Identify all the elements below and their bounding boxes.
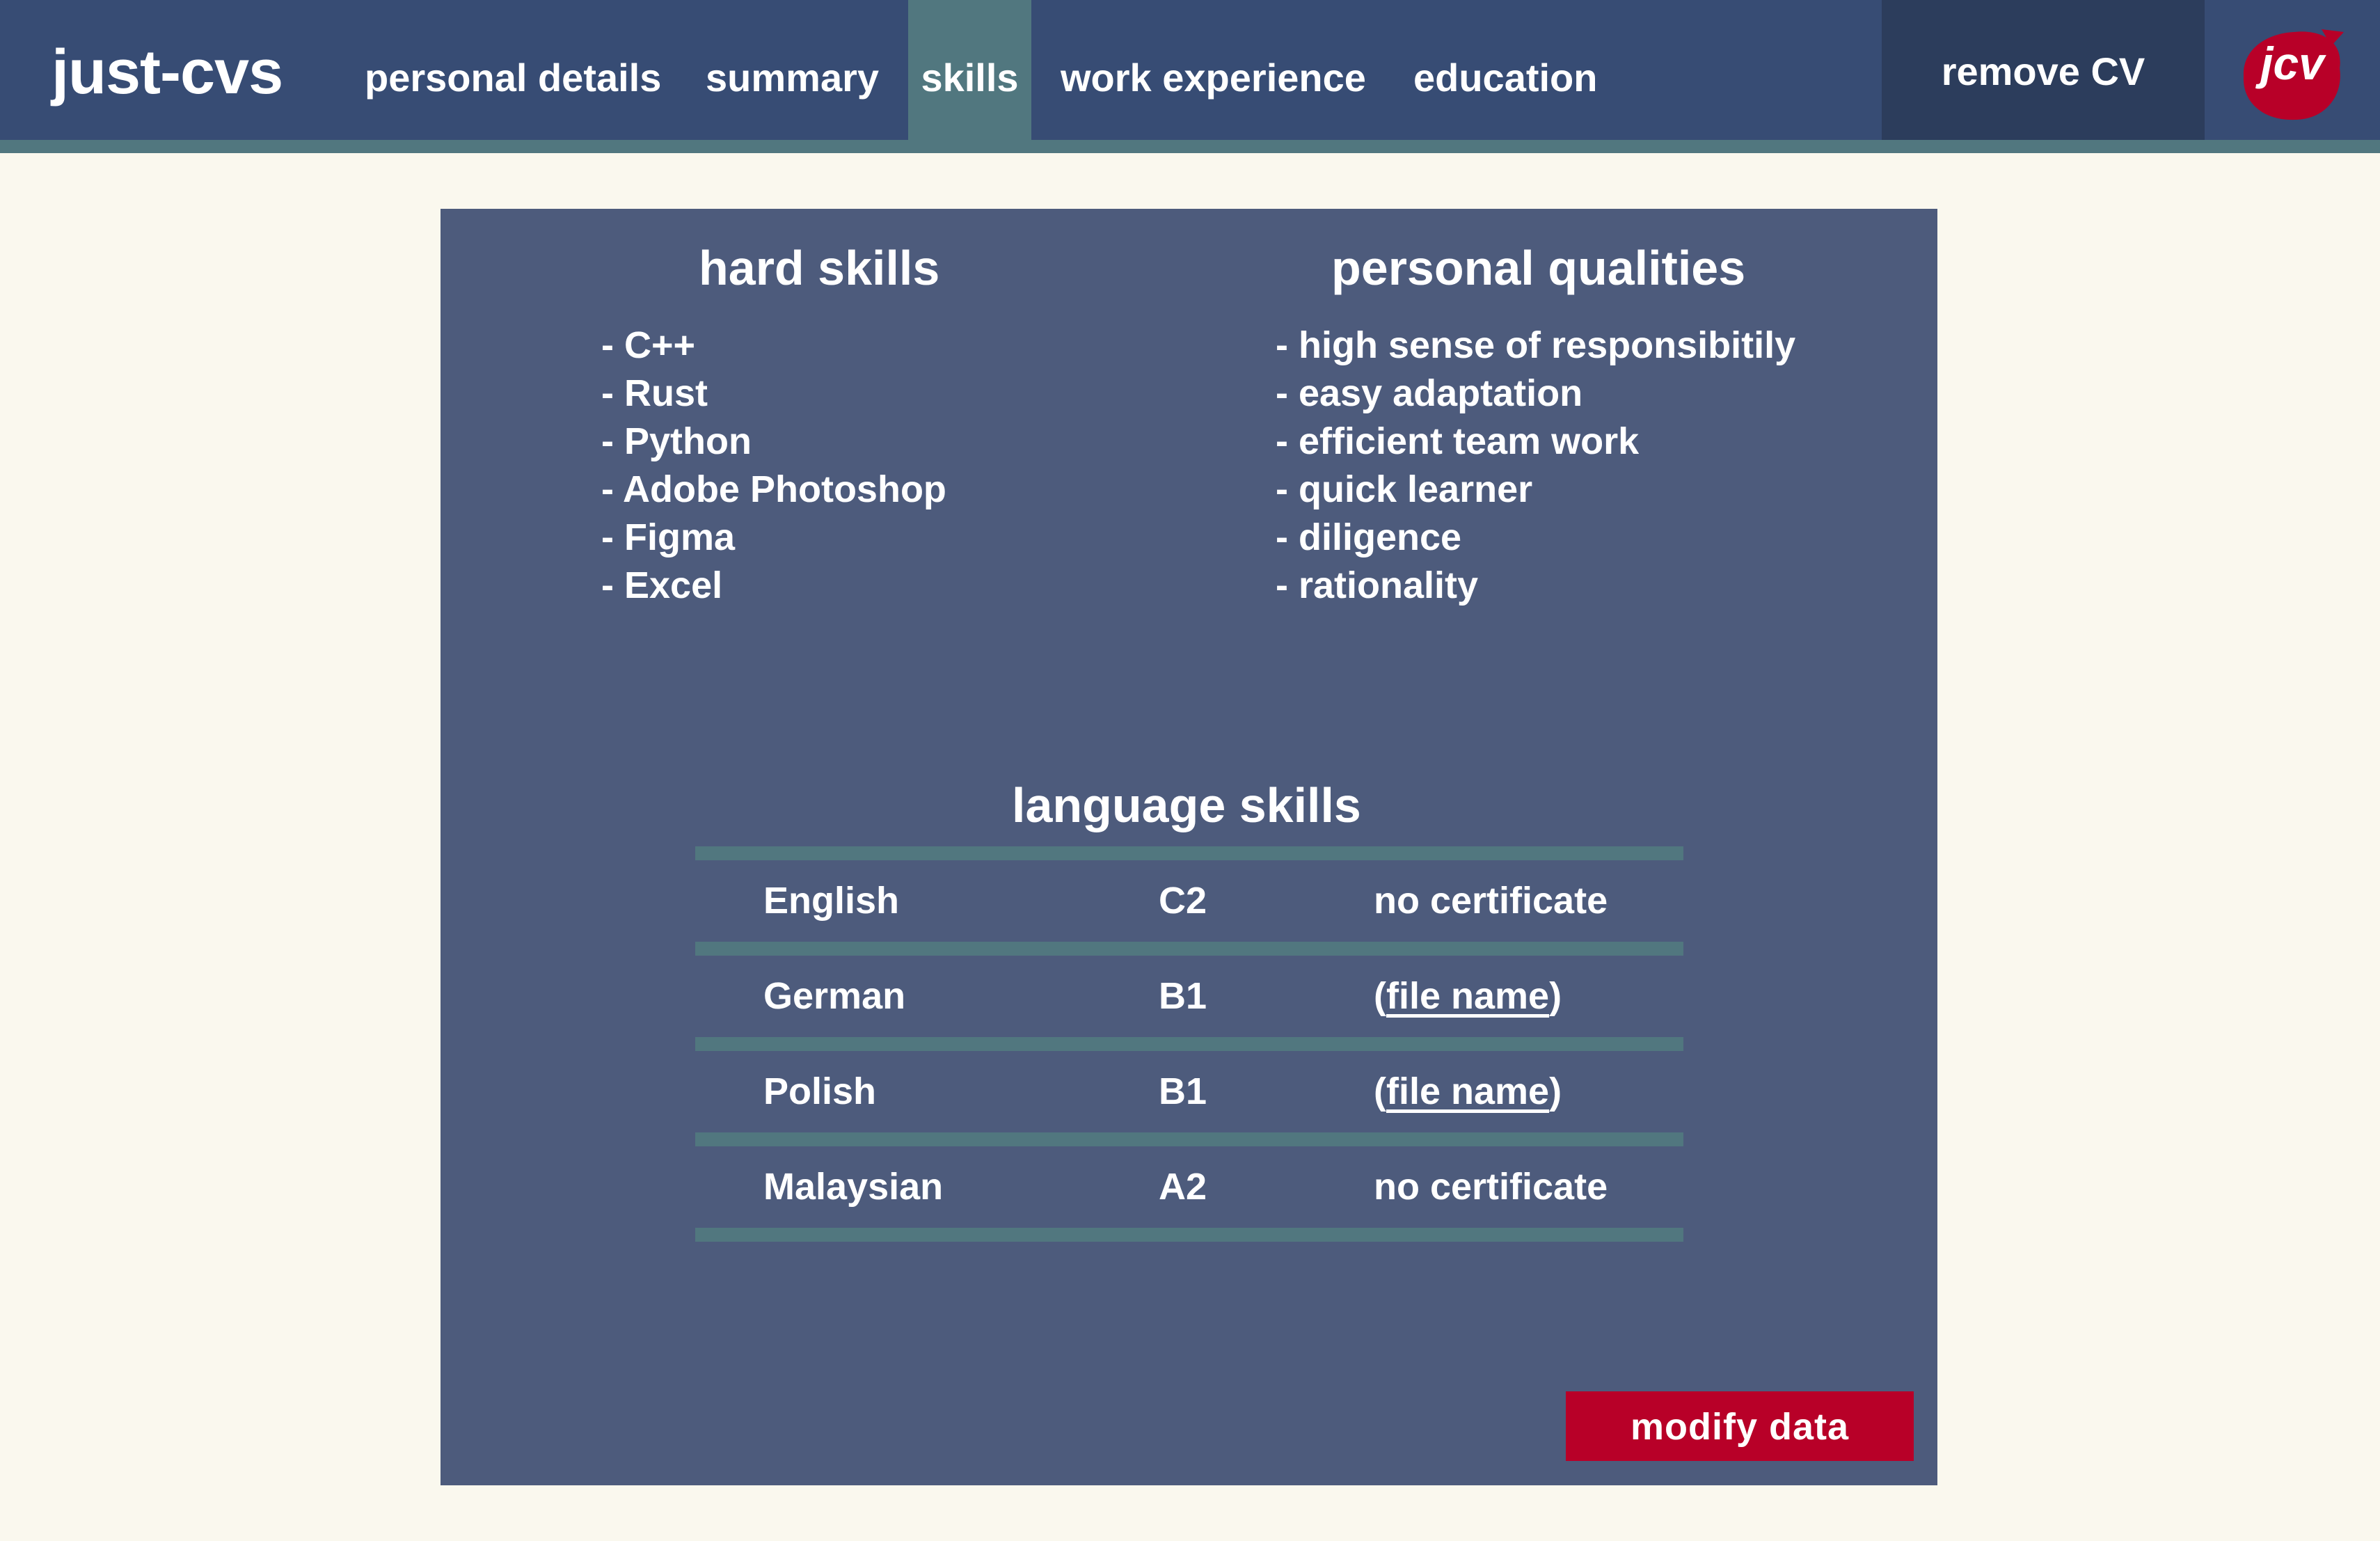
table-divider	[695, 1132, 1683, 1146]
brand-title[interactable]: just-cvs	[51, 31, 283, 114]
list-item: - diligence	[1276, 516, 1462, 558]
logo-text: jcv	[2255, 38, 2326, 89]
jcv-logo-icon[interactable]: jcv	[2239, 28, 2345, 123]
table-row: Polish B1 (file name)	[695, 1051, 1683, 1132]
language-skills-title: language skills	[1012, 778, 1361, 832]
personal-qualities-list: - high sense of responsibitily - easy ad…	[1276, 322, 1795, 610]
table-row: German B1 (file name)	[695, 956, 1683, 1037]
remove-cv-button[interactable]: remove CV	[1882, 0, 2205, 140]
hard-skills-title: hard skills	[699, 241, 940, 295]
certificate-cell: (file name)	[1374, 975, 1562, 1017]
tab-personal-details[interactable]: personal details	[365, 0, 661, 140]
certificate-cell: (file name)	[1374, 1070, 1562, 1112]
tab-summary[interactable]: summary	[706, 0, 879, 140]
list-item: - quick learner	[1276, 468, 1533, 510]
table-row: English C2 no certificate	[695, 860, 1683, 942]
language-name: Polish	[763, 1070, 877, 1112]
list-item: - rationality	[1276, 564, 1479, 606]
certificate-status: no certificate	[1374, 880, 1608, 922]
language-name: German	[763, 975, 906, 1017]
table-divider	[695, 846, 1683, 860]
list-item: - easy adaptation	[1276, 372, 1583, 414]
tab-work-experience[interactable]: work experience	[1061, 0, 1366, 140]
list-item: - Rust	[601, 372, 708, 414]
list-item: - Python	[601, 420, 752, 462]
tab-education[interactable]: education	[1413, 0, 1597, 140]
top-nav-bar: just-cvs personal details summary skills…	[0, 0, 2380, 140]
table-divider	[695, 1037, 1683, 1051]
certificate-file-link[interactable]: file name	[1386, 975, 1549, 1017]
list-item: - Figma	[601, 516, 736, 558]
language-name: English	[763, 880, 900, 922]
language-level: B1	[1159, 975, 1207, 1017]
tab-skills[interactable]: skills	[908, 0, 1031, 140]
certificate-file-link[interactable]: file name	[1386, 1070, 1549, 1112]
hard-skills-list: - C++ - Rust - Python - Adobe Photoshop …	[601, 322, 946, 610]
list-item: - Excel	[601, 564, 723, 606]
language-level: B1	[1159, 1070, 1207, 1112]
list-item: - efficient team work	[1276, 420, 1640, 462]
language-level: A2	[1159, 1166, 1207, 1208]
table-divider	[695, 1228, 1683, 1242]
table-divider	[695, 942, 1683, 956]
list-item: - high sense of responsibitily	[1276, 324, 1796, 366]
language-table: English C2 no certificate German B1 (fil…	[695, 846, 1683, 1242]
list-item: - C++	[601, 324, 696, 366]
modify-data-button[interactable]: modify data	[1566, 1391, 1914, 1461]
top-nav-accent-stripe	[0, 140, 2380, 153]
list-item: - Adobe Photoshop	[601, 468, 946, 510]
personal-qualities-title: personal qualities	[1331, 241, 1746, 295]
certificate-status: no certificate	[1374, 1166, 1608, 1208]
table-row: Malaysian A2 no certificate	[695, 1146, 1683, 1228]
language-name: Malaysian	[763, 1166, 944, 1208]
language-level: C2	[1159, 880, 1207, 922]
